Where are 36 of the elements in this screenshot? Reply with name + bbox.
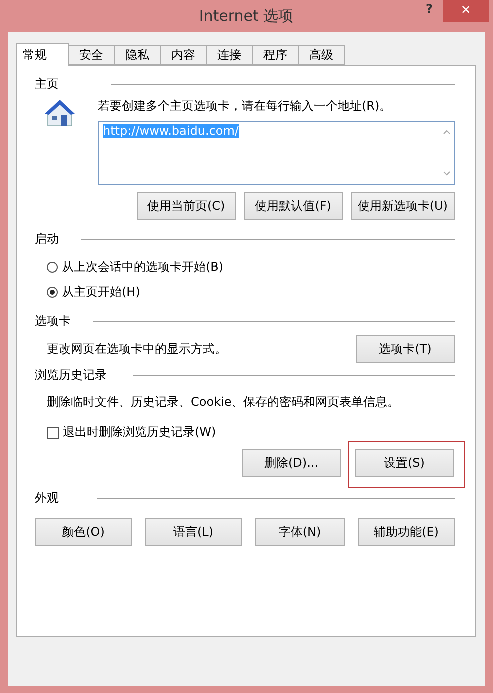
appearance-button[interactable]: 字体(N): [255, 518, 345, 546]
tab[interactable]: 内容: [160, 45, 207, 65]
window-title: Internet 选项: [199, 6, 294, 26]
instruction-text: 若要创建多个主页选项卡，请在每行输入一个地址(R)。: [98, 98, 393, 115]
homepage-button[interactable]: 使用新选项卡(U): [350, 192, 455, 220]
homepage-button[interactable]: 使用默认值(F): [244, 192, 343, 220]
tab[interactable]: 连接: [206, 45, 253, 65]
appearance-button[interactable]: 语言(L): [145, 518, 242, 546]
radio-button[interactable]: [47, 287, 58, 298]
house-icon: [44, 98, 76, 128]
description-text: 更改网页在选项卡中的显示方式。: [47, 340, 227, 358]
tabs-button[interactable]: 选项卡(T): [356, 335, 455, 363]
radio-label: 从主页开始(H): [62, 284, 140, 301]
section-heading: 浏览历史记录: [35, 366, 107, 384]
appearance-button[interactable]: 辅助功能(E): [358, 518, 455, 546]
section-heading: 选项卡: [35, 312, 71, 330]
section-heading: 主页: [35, 76, 59, 92]
history-button[interactable]: 设置(S): [355, 449, 454, 477]
close-button[interactable]: ×: [443, 0, 489, 22]
tab[interactable]: 常规: [16, 43, 69, 66]
section-heading: 外观: [35, 490, 59, 506]
radio-button[interactable]: [47, 262, 58, 273]
tab[interactable]: 隐私: [114, 45, 161, 65]
description-text: 删除临时文件、历史记录、Cookie、保存的密码和网页表单信息。: [46, 394, 401, 411]
tab[interactable]: 安全: [68, 45, 115, 65]
section-heading: 启动: [35, 230, 59, 248]
tab[interactable]: 高级: [298, 45, 345, 65]
checkbox-label: 退出时删除浏览历史记录(W): [63, 424, 216, 441]
appearance-button[interactable]: 颜色(O): [35, 518, 132, 546]
tab[interactable]: 程序: [252, 45, 299, 65]
checkbox[interactable]: [47, 426, 59, 438]
history-button[interactable]: 删除(D)...: [242, 449, 341, 477]
radio-label: 从上次会话中的选项卡开始(B): [62, 259, 224, 276]
help-button[interactable]: ?: [426, 2, 433, 16]
address-text: http://www.baidu.com/: [103, 124, 239, 138]
homepage-button[interactable]: 使用当前页(C): [136, 192, 236, 220]
